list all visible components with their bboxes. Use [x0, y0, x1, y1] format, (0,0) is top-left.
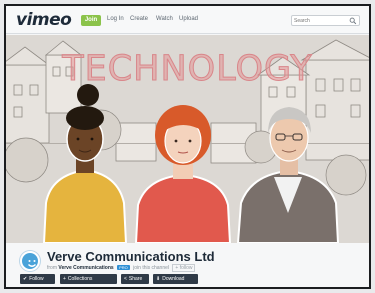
- follow-button[interactable]: ✔ Follow: [20, 274, 55, 284]
- channel-owner-link[interactable]: Verve Communications: [58, 265, 113, 271]
- from-label: from: [47, 265, 57, 271]
- download-label: Download: [162, 276, 185, 282]
- vimeo-logo[interactable]: vimeo: [16, 10, 72, 30]
- collections-button[interactable]: + Collections: [60, 274, 117, 284]
- join-channel-text: join this channel: [133, 265, 169, 271]
- collections-label: Collections: [67, 276, 93, 282]
- plus-icon: +: [63, 276, 66, 282]
- search-icon[interactable]: [349, 17, 357, 25]
- channel-subtitle: from Verve Communications PRO join this …: [47, 264, 196, 272]
- join-button[interactable]: Join: [81, 15, 101, 26]
- channel-banner: TECHNOLOGY: [6, 35, 369, 243]
- check-icon: ✔: [23, 276, 28, 282]
- search-input[interactable]: [294, 17, 344, 25]
- screenshot-frame: vimeo Join Log In Create Watch Upload Se…: [4, 4, 371, 289]
- share-icon: <: [124, 276, 127, 282]
- search-box[interactable]: [291, 15, 360, 26]
- download-icon: ⬇: [156, 276, 161, 282]
- share-label: Share: [128, 276, 143, 282]
- pro-badge: PRO: [117, 265, 130, 270]
- channel-avatar[interactable]: [20, 251, 40, 271]
- follow-badge[interactable]: + follow: [172, 264, 196, 272]
- download-button[interactable]: ⬇ Download: [153, 274, 198, 284]
- channel-title: Verve Communications Ltd: [47, 249, 215, 264]
- smiley-icon: [28, 260, 36, 267]
- nav-create[interactable]: Create: [130, 16, 148, 22]
- follow-label: Follow: [29, 276, 44, 282]
- nav-login[interactable]: Log In: [107, 16, 124, 22]
- nav-upload[interactable]: Upload: [179, 16, 198, 22]
- banner-title: TECHNOLOGY: [62, 49, 313, 90]
- share-button[interactable]: < Share: [121, 274, 149, 284]
- top-navigation: vimeo Join Log In Create Watch Upload: [6, 6, 369, 34]
- nav-watch[interactable]: Watch: [156, 16, 173, 22]
